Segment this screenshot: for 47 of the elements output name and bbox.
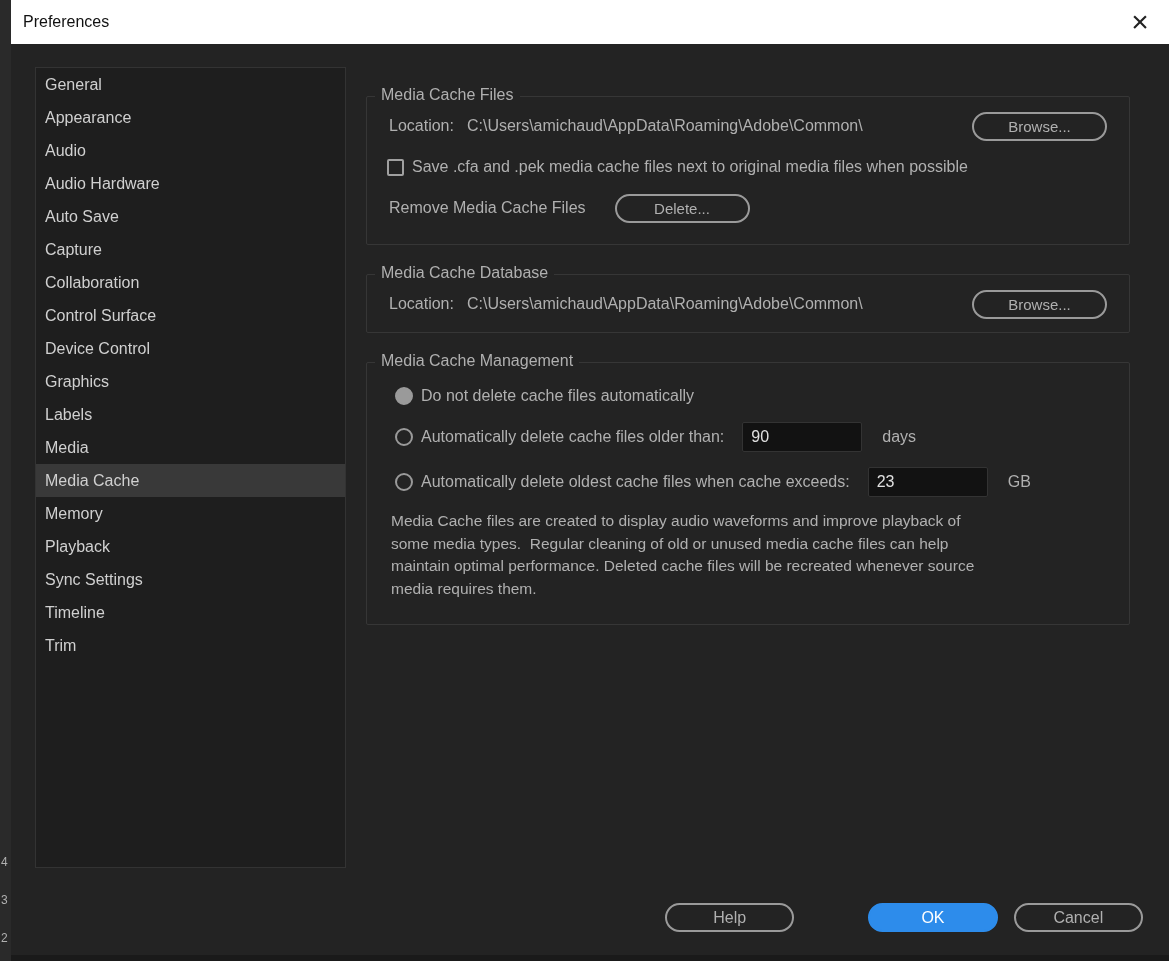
sidebar-item[interactable]: Media bbox=[36, 431, 345, 464]
sidebar-item[interactable]: Audio bbox=[36, 134, 345, 167]
window-title: Preferences bbox=[23, 13, 110, 31]
number-field[interactable]: 90 bbox=[742, 422, 863, 452]
remove-label: Remove Media Cache Files bbox=[389, 199, 586, 217]
sidebar-item[interactable]: General bbox=[36, 68, 345, 101]
radio-button[interactable] bbox=[395, 387, 413, 405]
sidebar-item[interactable]: Timeline bbox=[36, 596, 345, 629]
checkbox[interactable] bbox=[387, 158, 404, 176]
sidebar-item[interactable]: Memory bbox=[36, 497, 345, 530]
cancel-button[interactable]: Cancel bbox=[1013, 903, 1143, 932]
row-number: 3 bbox=[0, 892, 9, 908]
radio-label: Automatically delete cache files older than: bbox=[421, 428, 725, 446]
sidebar-item[interactable]: Playback bbox=[36, 530, 345, 563]
checkbox-label: Save .cfa and .pek media cache files next to original media files when possible bbox=[412, 158, 968, 176]
browse-button[interactable]: Browse... bbox=[972, 111, 1107, 141]
radio-label: Automatically delete oldest cache files when cache exceeds: bbox=[421, 473, 850, 491]
sidebar-item[interactable]: Control Surface bbox=[36, 299, 345, 332]
sidebar-item[interactable]: Audio Hardware bbox=[36, 167, 345, 200]
sidebar-item[interactable]: Trim bbox=[36, 629, 345, 662]
sidebar-item[interactable]: Labels bbox=[36, 398, 345, 431]
group-title: Media Cache Management bbox=[375, 352, 580, 370]
close-button[interactable]: × bbox=[1117, 0, 1163, 44]
unit-label: GB bbox=[1007, 473, 1031, 491]
unit-label: days bbox=[882, 428, 917, 446]
sidebar-item[interactable]: Media Cache bbox=[36, 464, 345, 497]
row-number: 2 bbox=[0, 930, 9, 946]
sidebar-item[interactable]: Sync Settings bbox=[36, 563, 345, 596]
sidebar-item[interactable]: Capture bbox=[36, 233, 345, 266]
location-path: C:\Users\amichaud\AppData\Roaming\Adobe\Common\ bbox=[466, 295, 864, 313]
radio-label: Do not delete cache files automatically bbox=[421, 387, 695, 405]
sidebar-item[interactable]: Collaboration bbox=[36, 266, 345, 299]
row-number: 4 bbox=[0, 854, 9, 870]
location-path: C:\Users\amichaud\AppData\Roaming\Adobe\Common\ bbox=[466, 117, 864, 135]
radio-button[interactable] bbox=[395, 428, 413, 446]
description-text: Media Cache files are created to display audio waveforms and improve playback of some media types. Regular cleaning of old or unused media cache files can help maintain optimal performance. Deleted cache files will be recreated whenever source media requires them. bbox=[391, 511, 976, 599]
sidebar-item[interactable]: Graphics bbox=[36, 365, 345, 398]
sidebar-item[interactable]: Auto Save bbox=[36, 200, 345, 233]
radio-button[interactable] bbox=[395, 473, 413, 491]
delete-button[interactable]: Delete... bbox=[614, 193, 750, 223]
sidebar-item[interactable]: Appearance bbox=[36, 101, 345, 134]
browse-button[interactable]: Browse... bbox=[972, 289, 1107, 319]
help-button[interactable]: Help bbox=[665, 903, 795, 932]
location-label: Location: bbox=[389, 117, 454, 135]
location-label: Location: bbox=[389, 295, 454, 313]
sidebar-item[interactable]: Device Control bbox=[36, 332, 345, 365]
number-field[interactable]: 23 bbox=[867, 467, 988, 497]
